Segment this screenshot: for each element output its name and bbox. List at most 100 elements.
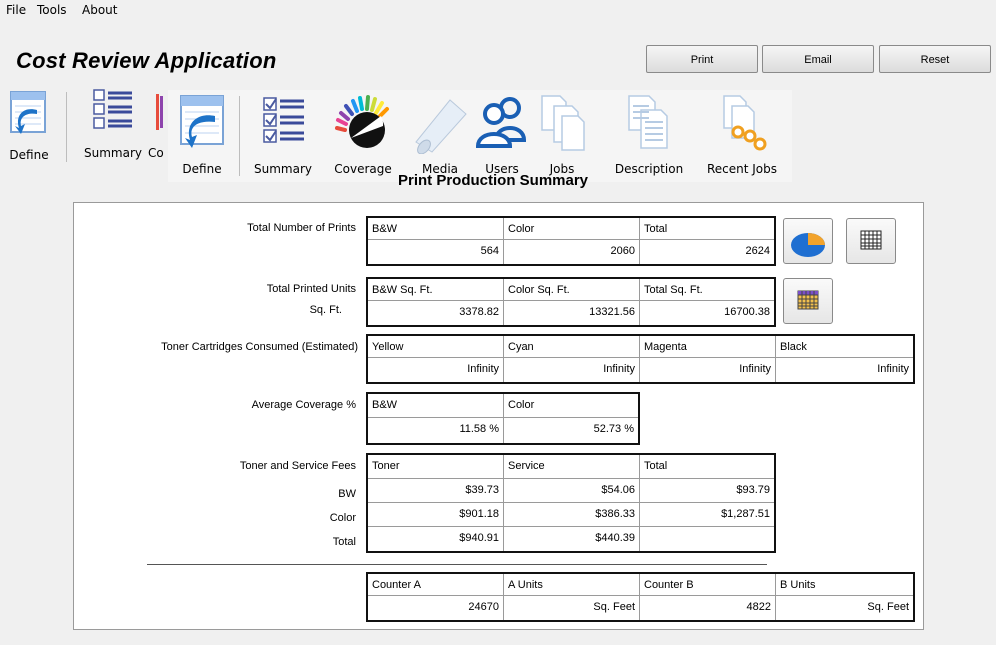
toolbar-back-summary[interactable]: Summary [80, 86, 146, 166]
units-table: B&W Sq. Ft. Color Sq. Ft. Total Sq. Ft. … [366, 277, 776, 327]
units-header-color: Color Sq. Ft. [504, 279, 640, 301]
coverage-value-color: 52.73 % [593, 423, 634, 435]
units-value-bw: 3378.82 [368, 301, 504, 325]
users-icon [475, 97, 527, 148]
fees-header-service: Service [504, 455, 640, 479]
toolbar-define-label: Define [182, 162, 222, 176]
fees-bw-toner: $39.73 [368, 479, 504, 503]
calendar-icon [180, 95, 224, 148]
toner-value-black: Infinity [877, 363, 909, 375]
counters-value-b: 4822 [640, 596, 776, 620]
units-value-total: 16700.38 [724, 306, 770, 318]
toner-header-cyan: Cyan [504, 336, 640, 358]
email-button[interactable]: Email [762, 45, 874, 73]
toolbar-coverage-label: Coverage [334, 162, 392, 176]
counters-value-a: 24670 [368, 596, 504, 620]
coverage-header-bw: B&W [368, 394, 504, 418]
prints-header-color: Color [504, 218, 640, 240]
fees-row-label-color: Color [329, 512, 356, 524]
prints-header-total: Total [640, 218, 774, 240]
table-grid-icon [860, 230, 882, 250]
prints-value-total: 2624 [745, 245, 770, 257]
toolbar-back-define[interactable]: Define [4, 86, 54, 166]
checklist-icon [263, 97, 304, 143]
fees-color-total: $1,287.51 [640, 503, 774, 527]
reset-button[interactable]: Reset [879, 45, 991, 73]
toner-header-magenta: Magenta [640, 336, 776, 358]
fees-bw-total: $93.79 [640, 479, 774, 503]
coverage-table: B&W Color 11.58 % 52.73 % [366, 392, 640, 445]
toolbar-media[interactable]: Media [408, 90, 472, 180]
toolbar-summary-label: Summary [254, 162, 312, 176]
toner-value-magenta: Infinity [640, 358, 776, 382]
recent-jobs-icon [723, 95, 767, 151]
counters-header-b: Counter B [640, 574, 776, 596]
fees-row-label-bw: BW [338, 488, 356, 500]
toolbar-define[interactable]: Define [172, 90, 232, 180]
fees-total-service: $440.39 [504, 527, 640, 551]
counters-value-b-units: Sq. Feet [867, 601, 909, 613]
documents-icon [541, 95, 585, 151]
prints-label: Total Number of Prints [247, 222, 356, 234]
toner-value-cyan: Infinity [504, 358, 640, 382]
coverage-label: Average Coverage % [251, 399, 356, 411]
pie-chart-button[interactable] [783, 218, 833, 264]
toner-table: Yellow Cyan Magenta Black Infinity Infin… [366, 334, 915, 384]
prints-header-bw: B&W [368, 218, 504, 240]
toolbar-separator [239, 96, 240, 176]
document-text-icon [628, 95, 668, 149]
color-table-button[interactable] [783, 278, 833, 324]
toolbar-back-define-label: Define [9, 148, 49, 162]
section-title: Print Production Summary [398, 172, 589, 189]
toolbar-jobs[interactable]: Jobs [534, 90, 590, 180]
app-title: Cost Review Application [16, 48, 277, 73]
pie-chart-icon [791, 233, 825, 257]
toolbar-recent-jobs-label: Recent Jobs [706, 162, 778, 176]
units-header-bw: B&W Sq. Ft. [368, 279, 504, 301]
toolbar-back-summary-label: Summary [84, 146, 142, 160]
fees-bw-service: $54.06 [504, 479, 640, 503]
menu-file[interactable]: File [6, 3, 26, 17]
prints-table: B&W Color Total 564 2060 2624 [366, 216, 776, 266]
toner-header-black: Black [776, 336, 913, 358]
toolbar-users[interactable]: Users [472, 90, 532, 180]
toolbar-summary[interactable]: Summary [248, 90, 318, 180]
toolbar-coverage[interactable]: Coverage [326, 90, 400, 180]
fees-color-service: $386.33 [504, 503, 640, 527]
menu-bar: File Tools About [0, 0, 996, 22]
units-header-total: Total Sq. Ft. [640, 279, 774, 301]
paper-roll-icon [415, 99, 467, 155]
toner-label: Toner Cartridges Consumed (Estimated) [161, 341, 358, 353]
toolbar-recent-jobs[interactable]: Recent Jobs [696, 90, 788, 180]
fees-color-toner: $901.18 [368, 503, 504, 527]
counters-value-a-units: Sq. Feet [504, 596, 640, 620]
divider [147, 564, 767, 565]
color-grid-icon [797, 290, 819, 310]
color-wheel-icon [335, 95, 389, 148]
menu-tools[interactable]: Tools [37, 3, 67, 17]
checklist-icon [93, 89, 132, 129]
toner-header-yellow: Yellow [368, 336, 504, 358]
fees-total-total [640, 527, 774, 551]
fees-table: Toner Service Total $39.73 $54.06 $93.79… [366, 453, 776, 553]
fees-header-toner: Toner [368, 455, 504, 479]
toolbar-description[interactable]: Description [606, 90, 692, 180]
units-sublabel: Sq. Ft. [309, 304, 342, 316]
coverage-value-bw: 11.58 % [368, 418, 504, 443]
units-value-color: 13321.56 [504, 301, 640, 325]
toolbar-description-label: Description [614, 162, 684, 176]
fees-total-toner: $940.91 [368, 527, 504, 551]
toner-value-yellow: Infinity [368, 358, 504, 382]
counters-header-b-units: B Units [776, 574, 913, 596]
prints-value-bw: 564 [368, 240, 504, 264]
print-button[interactable]: Print [646, 45, 758, 73]
fees-row-label-total: Total [332, 536, 356, 548]
units-label: Total Printed Units [266, 283, 356, 295]
calendar-icon [10, 91, 46, 134]
prints-value-color: 2060 [504, 240, 640, 264]
menu-about[interactable]: About [82, 3, 117, 17]
table-button[interactable] [846, 218, 896, 264]
toolbar-separator [66, 92, 67, 162]
counters-header-a-units: A Units [504, 574, 640, 596]
fees-label: Toner and Service Fees [239, 460, 356, 472]
